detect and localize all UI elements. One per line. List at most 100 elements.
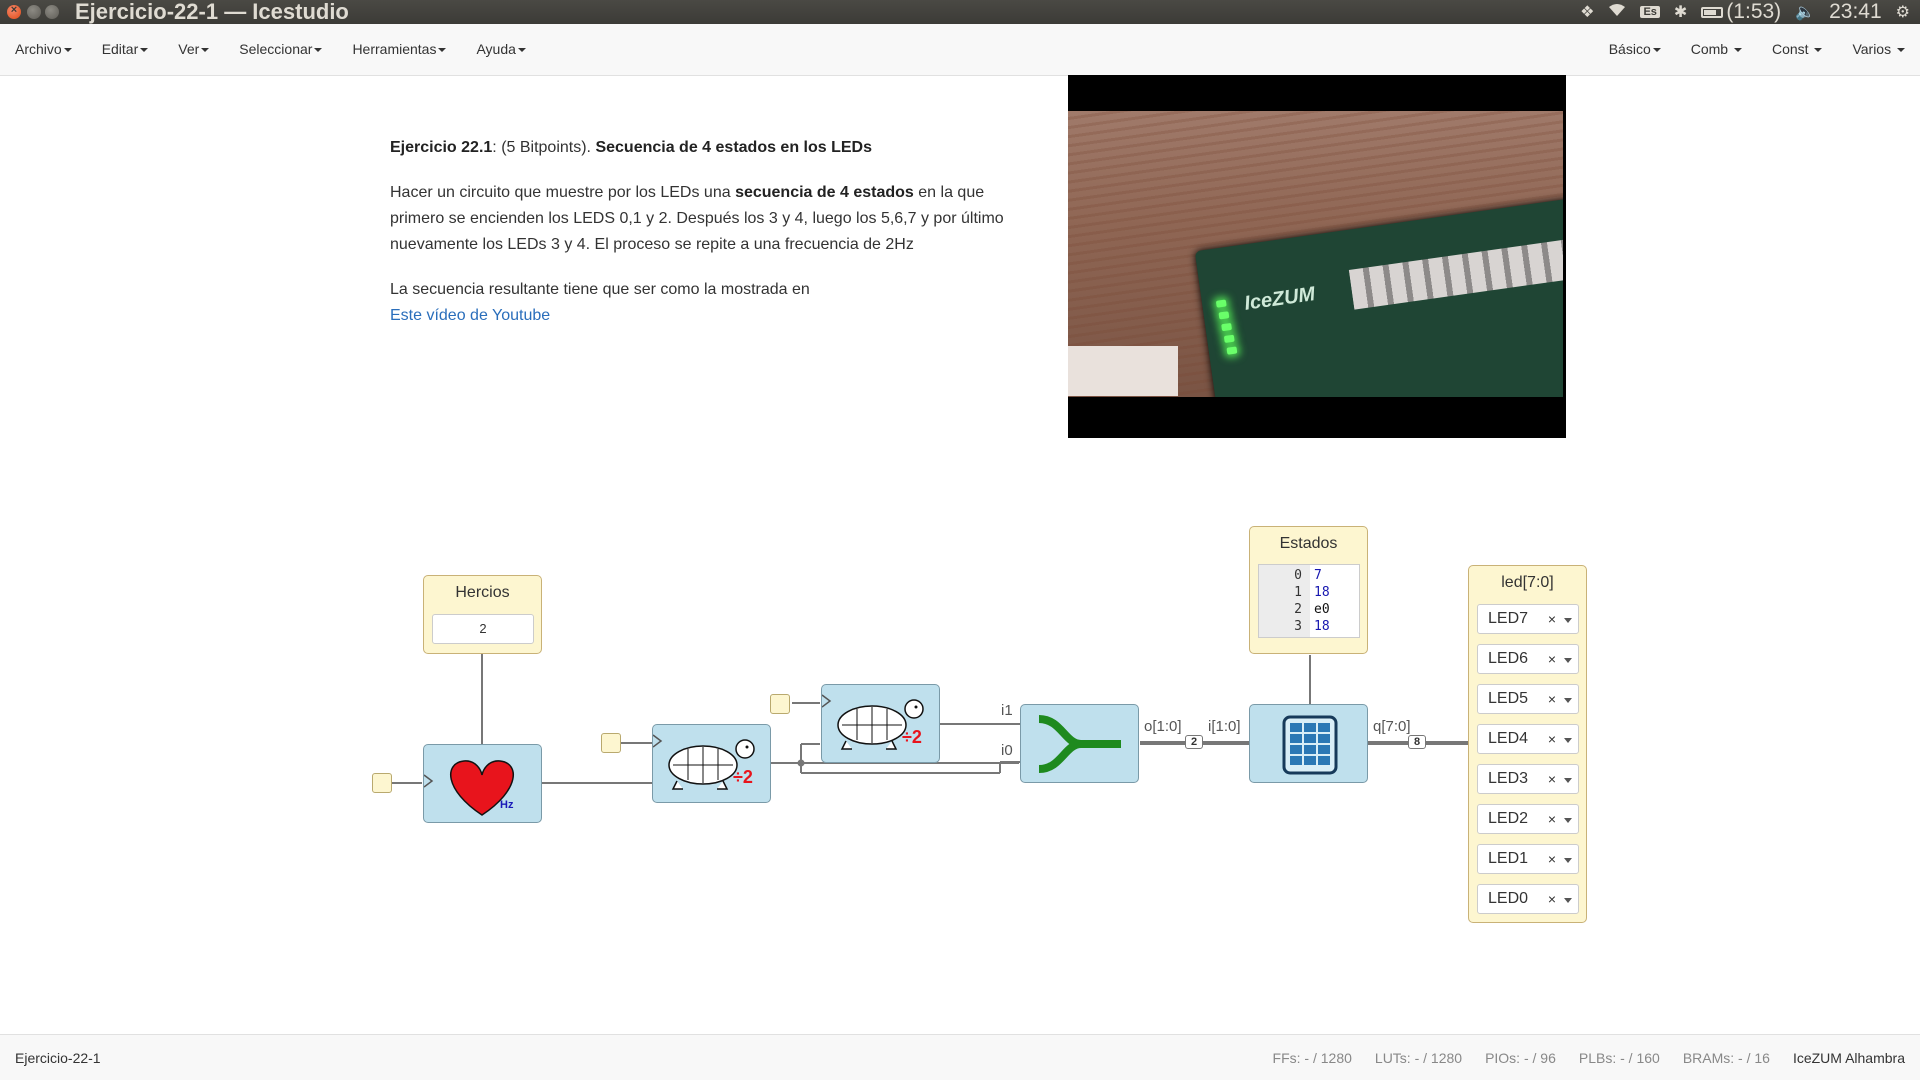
hercios-constant[interactable]: Hercios 2 [423,575,542,654]
input-port[interactable] [601,733,621,753]
menu-herramientas[interactable]: Herramientas [337,24,461,76]
menu-comb[interactable]: Comb [1676,24,1757,76]
volume-icon[interactable]: 🔈 [1795,2,1815,22]
caret-down-icon [1652,48,1661,53]
wifi-icon[interactable] [1608,3,1626,22]
board-led [1221,322,1233,332]
resource-usage: FFs: - / 1280 LUTs: - / 1280 PIOs: - / 9… [1273,1035,1905,1081]
caret-down-icon[interactable] [1564,858,1572,863]
exercise-heading: Ejercicio 22.1: (5 Bitpoints). Secuencia… [390,139,873,156]
menu-const[interactable]: Const [1757,24,1837,76]
memory-contents-editor[interactable]: 0 1 2 3 7 18 e0 18 [1258,564,1360,638]
join-input-i0-label: i0 [1001,742,1013,759]
led-pin-select[interactable]: LED3 × [1477,764,1579,794]
led-output-port[interactable]: led[7:0] LED7 × LED6 × LED5 × LED4 × LED3 × L… [1468,565,1587,923]
estados-title: Estados [1279,535,1338,552]
menu-basico[interactable]: Básico [1594,24,1676,76]
maximize-window-button[interactable] [45,5,59,19]
caret-down-icon [1814,48,1823,53]
keyboard-layout-indicator[interactable]: Es [1640,6,1660,18]
close-window-button[interactable]: × [7,4,21,19]
clear-icon[interactable]: × [1548,885,1556,913]
table-icon [1282,715,1338,775]
caret-down-icon[interactable] [1564,778,1572,783]
heartbeat-hz-block[interactable]: Hz [423,744,542,823]
caret-down-icon[interactable] [1564,658,1572,663]
estados-memory-config[interactable]: Estados 0 1 2 3 7 18 e0 18 [1249,526,1368,654]
rom-table-block[interactable] [1249,704,1368,783]
battery-time: (1:53) [1726,0,1782,23]
caret-down-icon[interactable] [1564,618,1572,623]
bluetooth-icon[interactable]: ✱ [1674,2,1687,22]
bus-width-badge: 2 [1185,735,1203,749]
clear-icon[interactable]: × [1548,805,1556,833]
exercise-description: Ejercicio 22.1: (5 Bitpoints). Secuencia… [390,135,1015,348]
window-titlebar: × Ejercicio-22-1 — Icestudio ❖ Es ✱ (1:5… [0,0,1920,24]
caret-down-icon[interactable] [1564,898,1572,903]
led-pin-select[interactable]: LED7 × [1477,604,1579,634]
hercios-value-input[interactable]: 2 [432,614,534,644]
clear-icon[interactable]: × [1548,645,1556,673]
memory-address-gutter: 0 1 2 3 [1259,565,1310,637]
led-pin-select[interactable]: LED5 × [1477,684,1579,714]
brams-usage: BRAMs: - / 16 [1682,1050,1770,1066]
input-port[interactable] [770,694,790,714]
prescaler-block-2[interactable]: ÷2 [821,684,940,763]
dropbox-icon[interactable]: ❖ [1580,2,1594,22]
clear-icon[interactable]: × [1548,765,1556,793]
join-bus-block[interactable] [1020,704,1139,783]
caret-down-icon [1733,48,1742,53]
menu-ver[interactable]: Ver [163,24,224,76]
join-input-i1-label: i1 [1001,702,1013,719]
join-output-label: o[1:0] [1144,718,1182,735]
board-selector[interactable]: IceZUM Alhambra [1793,1050,1905,1066]
bus-width-badge: 8 [1408,735,1426,749]
project-name: Ejercicio-22-1 [15,1050,101,1066]
system-tray: ❖ Es ✱ (1:53) 🔈 23:41 ⚙ [1580,0,1910,24]
led-pin-select[interactable]: LED6 × [1477,644,1579,674]
video-frame: IceZUM [1068,111,1563,397]
clock[interactable]: 23:41 [1829,0,1882,24]
wire-junction [797,759,805,767]
youtube-video-player[interactable]: IceZUM [1068,75,1566,438]
led-output-title: led[7:0] [1501,574,1554,591]
status-bar: Ejercicio-22-1 FFs: - / 1280 LUTs: - / 1… [0,1034,1920,1080]
caret-down-icon[interactable] [1564,738,1572,743]
input-port[interactable] [372,773,392,793]
heart-icon [424,760,514,816]
led-pin-select[interactable]: LED0 × [1477,884,1579,914]
clear-icon[interactable]: × [1548,685,1556,713]
menu-varios[interactable]: Varios [1837,24,1920,76]
clear-icon[interactable]: × [1548,845,1556,873]
menu-ayuda[interactable]: Ayuda [461,24,540,76]
caret-down-icon [1897,48,1905,53]
clear-icon[interactable]: × [1548,605,1556,633]
led-pin-select[interactable]: LED1 × [1477,844,1579,874]
prescaler-block-1[interactable]: ÷2 [652,724,771,803]
led-pin-select[interactable]: LED4 × [1477,724,1579,754]
minimize-window-button[interactable] [27,5,41,19]
battery-icon [1701,6,1724,18]
fpga-board-image: IceZUM [1194,192,1563,397]
plbs-usage: PLBs: - / 160 [1578,1050,1660,1066]
caret-down-icon [201,48,210,53]
pin-headers [1348,233,1563,310]
board-led [1215,299,1227,308]
caret-down-icon[interactable] [1564,698,1572,703]
youtube-link[interactable]: Este vídeo de Youtube [390,307,550,324]
usb-cable [1068,346,1178,396]
battery-indicator[interactable]: (1:53) [1701,0,1781,24]
exercise-paragraph-2: La secuencia resultante tiene que ser co… [390,281,810,324]
hz-label: Hz [500,799,514,811]
menu-seleccionar[interactable]: Seleccionar [224,24,337,76]
clear-icon[interactable]: × [1548,725,1556,753]
system-gear-icon[interactable]: ⚙ [1896,2,1910,22]
board-led [1218,311,1230,320]
memory-values: 7 18 e0 18 [1314,568,1330,634]
led-pin-select[interactable]: LED2 × [1477,804,1579,834]
exercise-paragraph-1: Hacer un circuito que muestre por los LE… [390,184,1004,253]
caret-down-icon[interactable] [1564,818,1572,823]
menu-archivo[interactable]: Archivo [0,24,87,76]
menu-editar[interactable]: Editar [87,24,164,76]
rom-output-label: q[7:0] [1373,718,1411,735]
